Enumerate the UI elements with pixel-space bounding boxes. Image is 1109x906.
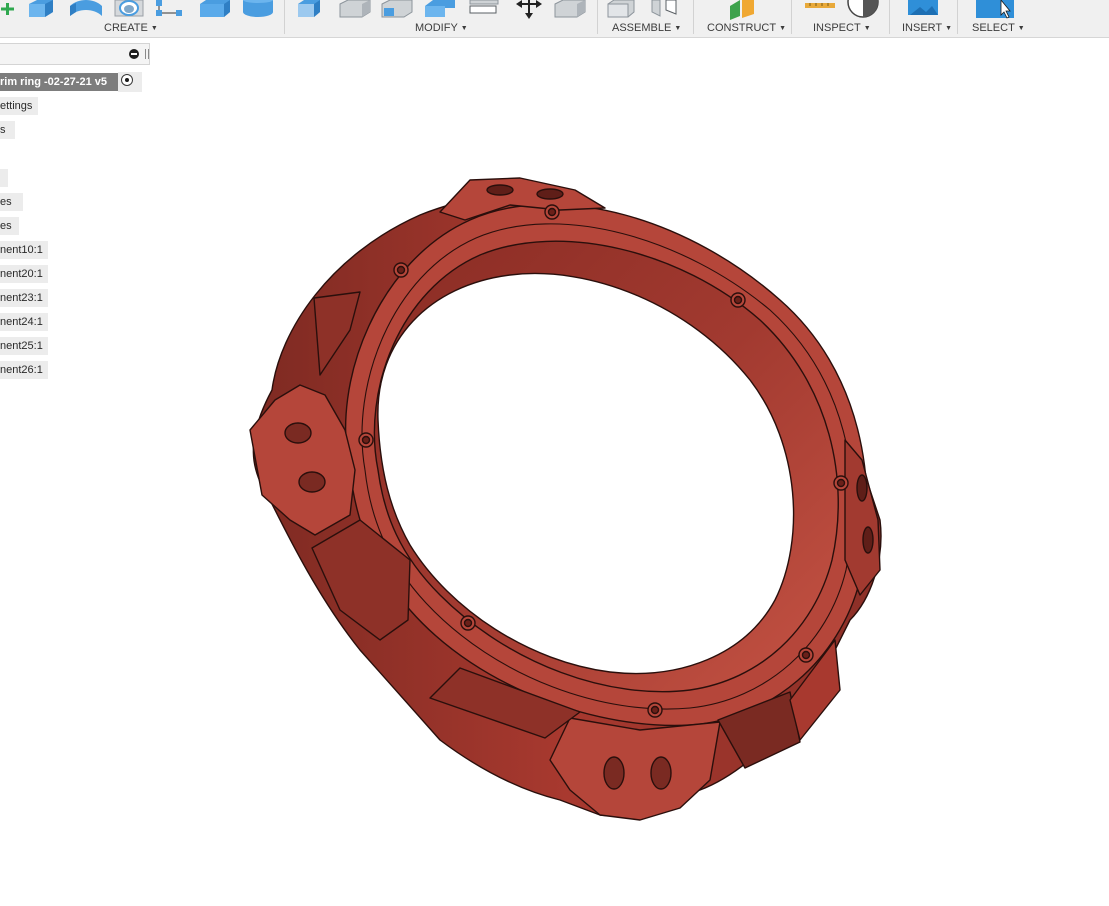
pattern-icon[interactable] bbox=[154, 0, 186, 20]
chevron-down-icon: ▼ bbox=[674, 25, 682, 32]
select-cursor-icon[interactable] bbox=[976, 0, 1016, 20]
toolbar-divider bbox=[693, 0, 694, 34]
hole-icon[interactable] bbox=[112, 0, 146, 20]
toolbar-divider bbox=[889, 0, 890, 34]
model-viewport[interactable] bbox=[0, 38, 1109, 906]
add-sketch-icon[interactable] bbox=[0, 0, 18, 20]
construct-menu[interactable]: CONSTRUCT ▼ bbox=[707, 21, 786, 35]
chevron-down-icon: ▼ bbox=[779, 25, 786, 32]
cylinder-icon[interactable] bbox=[240, 0, 276, 20]
move-icon[interactable] bbox=[512, 0, 546, 20]
toolbar: CREATE ▼ MODIFY ▼ ASSEMBLE ▼ CONSTRUCT ▼… bbox=[0, 0, 1109, 38]
new-component-icon[interactable] bbox=[606, 0, 636, 20]
fillet-icon[interactable] bbox=[338, 0, 372, 20]
insert-menu[interactable]: INSERT ▼ bbox=[902, 21, 952, 35]
chamfer-icon[interactable] bbox=[380, 0, 414, 20]
chevron-down-icon: ▼ bbox=[460, 25, 468, 32]
toolbar-divider bbox=[957, 0, 958, 34]
align-icon[interactable] bbox=[553, 0, 587, 20]
offset-plane-icon[interactable] bbox=[726, 0, 760, 20]
toolbar-divider bbox=[791, 0, 792, 34]
inspect-menu[interactable]: INSPECT ▼ bbox=[813, 21, 871, 35]
rim-ring-model[interactable] bbox=[249, 177, 882, 821]
select-menu[interactable]: SELECT ▼ bbox=[972, 21, 1025, 35]
app-window: CREATE ▼ MODIFY ▼ ASSEMBLE ▼ CONSTRUCT ▼… bbox=[0, 0, 1109, 906]
insert-image-icon[interactable] bbox=[906, 0, 940, 20]
chevron-down-icon: ▼ bbox=[1017, 25, 1025, 32]
zebra-analysis-icon[interactable] bbox=[845, 0, 879, 20]
assemble-menu[interactable]: ASSEMBLE ▼ bbox=[612, 21, 681, 35]
create-menu[interactable]: CREATE ▼ bbox=[104, 21, 158, 35]
chevron-down-icon: ▼ bbox=[150, 25, 158, 32]
chevron-down-icon: ▼ bbox=[945, 25, 953, 32]
joint-icon[interactable] bbox=[646, 0, 680, 20]
box-icon[interactable] bbox=[198, 0, 232, 20]
press-pull-icon[interactable] bbox=[296, 0, 322, 20]
toolbar-divider bbox=[284, 0, 285, 34]
modify-menu[interactable]: MODIFY ▼ bbox=[415, 21, 468, 35]
draft-icon[interactable] bbox=[466, 0, 500, 20]
measure-icon[interactable] bbox=[804, 0, 838, 20]
shell-icon[interactable] bbox=[423, 0, 457, 20]
toolbar-divider bbox=[597, 0, 598, 34]
chevron-down-icon: ▼ bbox=[863, 25, 871, 32]
revolve-icon[interactable] bbox=[68, 0, 104, 20]
extrude-icon[interactable] bbox=[27, 0, 55, 20]
